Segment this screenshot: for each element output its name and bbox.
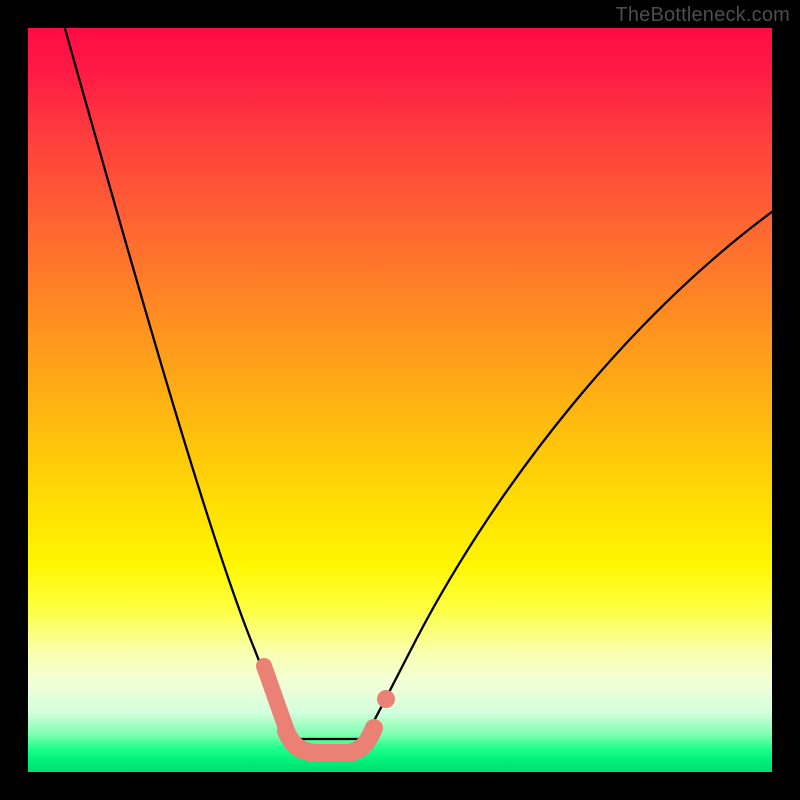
marker-right-upper xyxy=(377,690,395,708)
curve-left-arm xyxy=(62,28,290,739)
bottleneck-curve xyxy=(28,28,772,772)
curve-right-arm xyxy=(364,206,772,739)
marker-left-upper xyxy=(264,666,286,728)
chart-container: TheBottleneck.com xyxy=(0,0,800,800)
plot-area xyxy=(28,28,772,772)
marker-right-lower xyxy=(348,728,374,753)
watermark-text: TheBottleneck.com xyxy=(615,4,790,27)
